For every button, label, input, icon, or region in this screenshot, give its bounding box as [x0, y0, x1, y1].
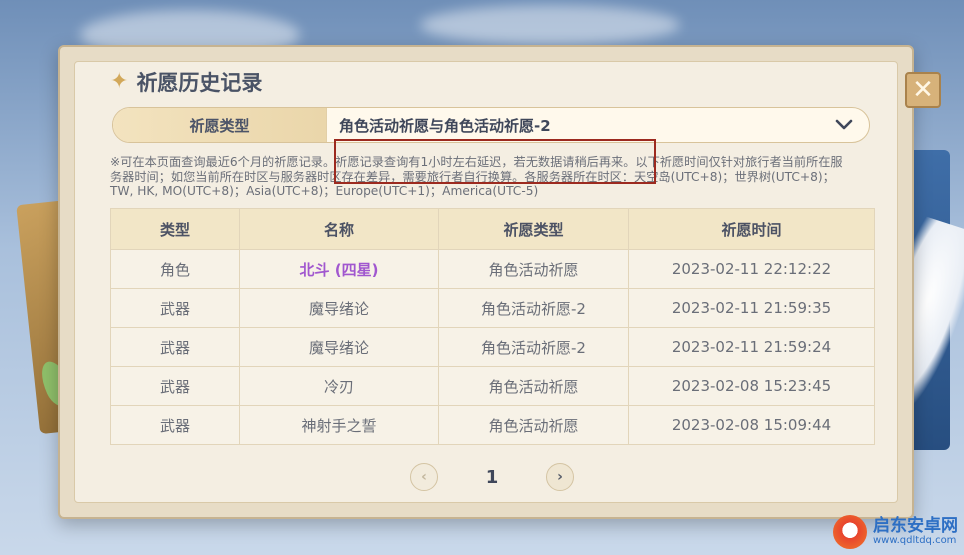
cell-type: 角色	[110, 249, 240, 289]
cell-name: 冷刃	[239, 366, 439, 406]
cell-name: 魔导绪论	[239, 327, 439, 367]
cell-type: 武器	[110, 405, 240, 445]
cell-type: 武器	[110, 327, 240, 367]
next-page-button[interactable]: ›	[546, 463, 574, 491]
cell-name: 北斗 (四星)	[239, 249, 439, 289]
cell-type: 武器	[110, 288, 240, 328]
column-header-name: 名称	[239, 208, 439, 250]
table-row: 武器 魔导绪论 角色活动祈愿-2 2023-02-11 21:59:35	[110, 288, 875, 328]
notice-line: ※可在本页面查询最近6个月的祈愿记录。祈愿记录查询有1小时左右延迟，若无数据请稍…	[110, 155, 843, 169]
watermark-logo	[833, 515, 867, 549]
notice-line: TW, HK, MO(UTC+8)；Asia(UTC+8)；Europe(UTC…	[110, 184, 539, 198]
filter-selected-value[interactable]: 角色活动祈愿与角色活动祈愿-2	[327, 115, 829, 136]
chevron-left-icon: ‹	[421, 469, 427, 485]
table-row: 武器 魔导绪论 角色活动祈愿-2 2023-02-11 21:59:24	[110, 327, 875, 367]
close-button[interactable]: ✕	[905, 72, 941, 108]
cell-wish-type: 角色活动祈愿-2	[438, 288, 629, 328]
column-header-wish-type: 祈愿类型	[438, 208, 629, 250]
watermark-text: 启东安卓网 www.qdltdq.com	[873, 515, 958, 546]
cell-name: 神射手之誓	[239, 405, 439, 445]
sparkle-icon: ✦	[110, 69, 129, 94]
prev-page-button[interactable]: ‹	[410, 463, 438, 491]
wish-history-table: 类型 名称 祈愿类型 祈愿时间 角色 北斗 (四星) 角色活动祈愿 2023-0…	[110, 208, 875, 445]
wish-type-filter[interactable]: 祈愿类型 角色活动祈愿与角色活动祈愿-2	[112, 107, 870, 143]
watermark-name: 启东安卓网	[873, 515, 958, 536]
cell-wish-time: 2023-02-08 15:23:45	[628, 366, 875, 406]
cell-wish-time: 2023-02-11 21:59:24	[628, 327, 875, 367]
notice-text: ※可在本页面查询最近6个月的祈愿记录。祈愿记录查询有1小时左右延迟，若无数据请稍…	[110, 155, 870, 199]
cell-wish-type: 角色活动祈愿	[438, 249, 629, 289]
table-row: 武器 神射手之誓 角色活动祈愿 2023-02-08 15:09:44	[110, 405, 875, 445]
column-header-type: 类型	[110, 208, 240, 250]
close-icon: ✕	[912, 75, 934, 105]
cell-wish-time: 2023-02-11 21:59:35	[628, 288, 875, 328]
cell-type: 武器	[110, 366, 240, 406]
current-page-number: 1	[485, 466, 499, 488]
cell-wish-type: 角色活动祈愿-2	[438, 327, 629, 367]
table-header-row: 类型 名称 祈愿类型 祈愿时间	[110, 208, 875, 250]
chevron-down-icon[interactable]	[829, 116, 859, 135]
notice-line: 务器时间；如您当前所在时区与服务器时区存在差异，需要旅行者自行换算。各服务器所在…	[110, 169, 835, 184]
filter-label: 祈愿类型	[113, 108, 327, 142]
site-watermark: 启东安卓网 www.qdltdq.com	[833, 515, 958, 549]
page-title: 祈愿历史记录	[136, 71, 263, 95]
cell-wish-time: 2023-02-11 22:12:22	[628, 249, 875, 289]
cell-wish-type: 角色活动祈愿	[438, 366, 629, 406]
chevron-right-icon: ›	[557, 469, 563, 485]
watermark-url: www.qdltdq.com	[873, 534, 957, 546]
title-row: ✦ 祈愿历史记录	[110, 66, 262, 98]
background-cloud	[420, 5, 680, 45]
cell-wish-time: 2023-02-08 15:09:44	[628, 405, 875, 445]
cell-name: 魔导绪论	[239, 288, 439, 328]
table-row: 武器 冷刃 角色活动祈愿 2023-02-08 15:23:45	[110, 366, 875, 406]
pagination: ‹ 1 ›	[410, 462, 574, 492]
cell-wish-type: 角色活动祈愿	[438, 405, 629, 445]
column-header-wish-time: 祈愿时间	[628, 208, 875, 250]
table-row: 角色 北斗 (四星) 角色活动祈愿 2023-02-11 22:12:22	[110, 249, 875, 289]
